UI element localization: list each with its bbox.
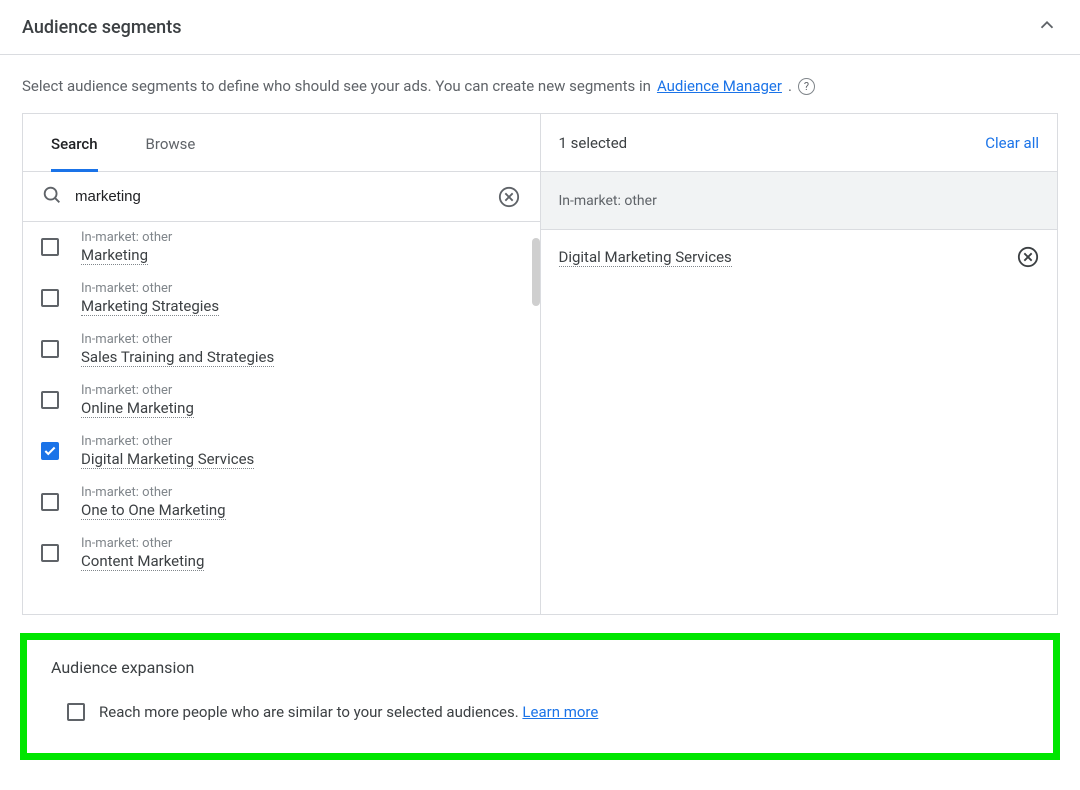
help-icon[interactable]: ? (798, 78, 815, 95)
clear-all-button[interactable]: Clear all (985, 134, 1039, 152)
result-label[interactable]: Online Marketing (81, 399, 194, 418)
selected-item: Digital Marketing Services (541, 230, 1058, 284)
clear-search-icon[interactable] (498, 186, 520, 208)
result-text: In-market: otherOne to One Marketing (81, 485, 226, 520)
chevron-up-icon[interactable] (1036, 14, 1058, 40)
right-column: 1 selected Clear all In-market: other Di… (541, 114, 1058, 614)
audience-manager-link[interactable]: Audience Manager (657, 77, 782, 95)
result-category: In-market: other (81, 332, 274, 347)
intro-after: . (788, 77, 792, 95)
result-checkbox[interactable] (41, 493, 59, 511)
result-label[interactable]: Digital Marketing Services (81, 450, 254, 469)
result-item: In-market: otherMarketing Strategies (23, 273, 540, 324)
result-category: In-market: other (81, 383, 194, 398)
expansion-checkbox[interactable] (67, 703, 85, 721)
result-checkbox[interactable] (41, 391, 59, 409)
selected-list: Digital Marketing Services (541, 230, 1058, 284)
results-list: In-market: otherMarketingIn-market: othe… (23, 222, 540, 614)
expansion-title: Audience expansion (51, 658, 1029, 677)
result-checkbox[interactable] (41, 238, 59, 256)
result-text: In-market: otherDigital Marketing Servic… (81, 434, 254, 469)
tabs: Search Browse (23, 114, 540, 172)
result-checkbox[interactable] (41, 442, 59, 460)
expansion-row: Reach more people who are similar to you… (51, 703, 1029, 721)
section-header[interactable]: Audience segments (0, 0, 1080, 55)
result-label[interactable]: Sales Training and Strategies (81, 348, 274, 367)
result-label[interactable]: Marketing (81, 246, 148, 265)
selected-header: 1 selected Clear all (541, 114, 1058, 172)
result-item: In-market: otherDigital Marketing Servic… (23, 426, 540, 477)
search-input[interactable] (73, 187, 488, 206)
result-checkbox[interactable] (41, 340, 59, 358)
scrollbar-thumb[interactable] (532, 238, 540, 306)
intro-before: Select audience segments to define who s… (22, 77, 651, 95)
left-column: Search Browse In-market: otherMarketingI… (23, 114, 541, 614)
search-row (23, 172, 540, 222)
selected-count: 1 selected (559, 134, 628, 152)
expansion-text: Reach more people who are similar to you… (99, 703, 598, 721)
result-item: In-market: otherOnline Marketing (23, 375, 540, 426)
intro-text: Select audience segments to define who s… (0, 55, 1080, 113)
tab-browse[interactable]: Browse (146, 135, 196, 172)
selected-group-header: In-market: other (541, 172, 1058, 230)
tab-search[interactable]: Search (51, 135, 98, 172)
result-category: In-market: other (81, 230, 172, 245)
result-checkbox[interactable] (41, 544, 59, 562)
result-category: In-market: other (81, 536, 204, 551)
remove-icon[interactable] (1017, 246, 1039, 268)
result-text: In-market: otherSales Training and Strat… (81, 332, 274, 367)
audience-expansion-box: Audience expansion Reach more people who… (20, 633, 1060, 760)
result-item: In-market: otherContent Marketing (23, 528, 540, 579)
section-title: Audience segments (22, 17, 181, 38)
result-item: In-market: otherOne to One Marketing (23, 477, 540, 528)
segments-panel: Search Browse In-market: otherMarketingI… (22, 113, 1058, 615)
result-text: In-market: otherOnline Marketing (81, 383, 194, 418)
result-text: In-market: otherMarketing Strategies (81, 281, 219, 316)
result-item: In-market: otherSales Training and Strat… (23, 324, 540, 375)
result-category: In-market: other (81, 485, 226, 500)
result-label[interactable]: One to One Marketing (81, 501, 226, 520)
result-category: In-market: other (81, 281, 219, 296)
result-text: In-market: otherMarketing (81, 230, 172, 265)
result-category: In-market: other (81, 434, 254, 449)
result-checkbox[interactable] (41, 289, 59, 307)
learn-more-link[interactable]: Learn more (522, 703, 598, 721)
result-text: In-market: otherContent Marketing (81, 536, 204, 571)
result-label[interactable]: Marketing Strategies (81, 297, 219, 316)
selected-item-label[interactable]: Digital Marketing Services (559, 248, 732, 267)
result-label[interactable]: Content Marketing (81, 552, 204, 571)
result-item: In-market: otherMarketing (23, 222, 540, 273)
search-icon (41, 184, 63, 210)
expansion-desc: Reach more people who are similar to you… (99, 703, 522, 721)
